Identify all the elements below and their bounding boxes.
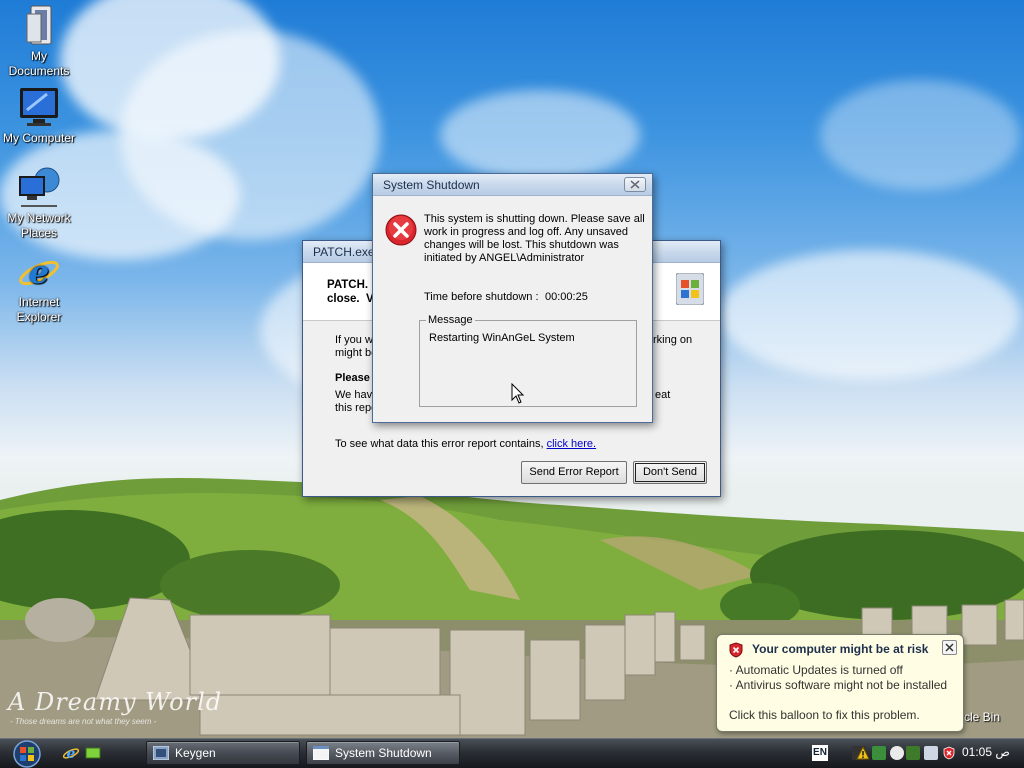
balloon-title: Your computer might be at risk (752, 642, 929, 656)
patch-body-line1-end: rking on (653, 334, 693, 346)
mouse-cursor-icon (511, 383, 525, 404)
taskbar-button-label: System Shutdown (335, 746, 432, 760)
taskbar-clock[interactable]: 01:05 ص (962, 745, 1010, 759)
tray-app-icon[interactable] (872, 746, 886, 760)
patch-data-text: To see what data this error report conta… (335, 438, 547, 450)
security-shield-icon[interactable] (942, 746, 956, 760)
tray-app-icon[interactable] (924, 746, 938, 760)
balloon-line1: · Automatic Updates is turned off (729, 663, 903, 677)
wallpaper-subtitle: - Those dreams are not what they seem - (10, 717, 157, 726)
shutdown-message-line: This system is shutting down. Please sav… (424, 213, 645, 225)
my-computer-icon (20, 88, 58, 126)
balloon-action[interactable]: Click this balloon to fix this problem. (729, 708, 920, 722)
patch-we-have-end: eat (655, 389, 671, 401)
taskbar-button-label: Keygen (175, 746, 216, 760)
patch-we-have: We hav (335, 389, 373, 401)
balloon-line2: · Antivirus software might not be instal… (729, 678, 948, 692)
close-button[interactable] (624, 177, 646, 192)
time-before-shutdown-label: Time before shutdown : (424, 291, 539, 303)
balloon-line2-text: Antivirus software might not be installe… (735, 678, 948, 692)
tray-app-icon[interactable] (906, 746, 920, 760)
message-groupbox: Message Restarting WinAnGeL System (419, 314, 637, 407)
patch-data-line: To see what data this error report conta… (335, 438, 596, 451)
keygen-app-icon (153, 746, 169, 760)
desktop-icon-my-computer[interactable]: My Computer (0, 86, 78, 146)
svg-text:e: e (67, 746, 76, 762)
error-icon (385, 214, 417, 246)
desktop-icon-my-documents[interactable]: My Documents (0, 4, 78, 79)
patch-this-report: this repo (335, 402, 378, 414)
tray-app-icon[interactable] (890, 746, 904, 760)
patch-header-text: PATCH. close. V (327, 278, 374, 306)
taskbar-button-keygen[interactable]: Keygen (146, 741, 300, 765)
internet-explorer-icon: e (19, 253, 59, 291)
window-app-icon (313, 746, 329, 760)
desktop-icon-network-places[interactable]: My Network Places (0, 166, 78, 241)
shutdown-message-line: initiated by ANGEL\Administrator (424, 252, 585, 264)
window-title: PATCH.exe (313, 244, 375, 259)
patch-body-line1: If you w (335, 334, 373, 346)
message-group-label: Message (426, 314, 475, 326)
patch-header-line2: close. (327, 293, 360, 305)
shutdown-message-line: work in progress and log off. Any unsave… (424, 226, 629, 238)
desktop-icon-label: Internet Explorer (16, 295, 62, 324)
send-error-report-button[interactable]: Send Error Report (521, 461, 627, 484)
internet-explorer-icon[interactable]: e (62, 744, 80, 762)
recycle-bin-label[interactable]: ycle Bin (958, 710, 1000, 724)
wallpaper-title: A Dreamy World (8, 688, 223, 716)
warning-icon[interactable] (856, 746, 870, 760)
message-text: Restarting WinAnGeL System (429, 332, 575, 344)
desktop-icon-internet-explorer[interactable]: e Internet Explorer (0, 250, 78, 325)
start-button-icon[interactable] (6, 739, 48, 768)
desktop-icon-label: My Documents (8, 49, 70, 78)
close-icon (945, 643, 954, 652)
shutdown-titlebar[interactable]: System Shutdown (373, 174, 652, 196)
windows-logo-icon (676, 273, 704, 305)
window-title: System Shutdown (383, 177, 480, 192)
security-balloon[interactable]: Your computer might be at risk · Automat… (716, 634, 964, 732)
show-desktop-icon[interactable] (84, 744, 102, 762)
balloon-close-button[interactable] (942, 640, 957, 655)
svg-text:e: e (29, 253, 49, 291)
desktop-icon-label: My Computer (2, 131, 76, 145)
security-shield-icon (729, 642, 743, 658)
balloon-line1-text: Automatic Updates is turned off (735, 663, 903, 677)
close-icon (630, 180, 640, 189)
desktop-icon-label: My Network Places (7, 211, 71, 240)
taskbar-button-system-shutdown[interactable]: System Shutdown (306, 741, 460, 765)
patch-body-line2: might be (335, 347, 378, 359)
language-indicator[interactable]: EN (812, 745, 828, 761)
patch-please-label: Please (335, 372, 370, 384)
click-here-link[interactable]: click here. (547, 438, 597, 450)
my-documents-icon (26, 5, 52, 45)
patch-header-line1: PATCH. (327, 279, 369, 291)
shutdown-message-line: changes will be lost. This shutdown was (424, 239, 619, 251)
dont-send-button[interactable]: Don't Send (633, 461, 707, 484)
network-places-icon (19, 167, 60, 207)
time-before-shutdown-value: 00:00:25 (545, 291, 588, 303)
